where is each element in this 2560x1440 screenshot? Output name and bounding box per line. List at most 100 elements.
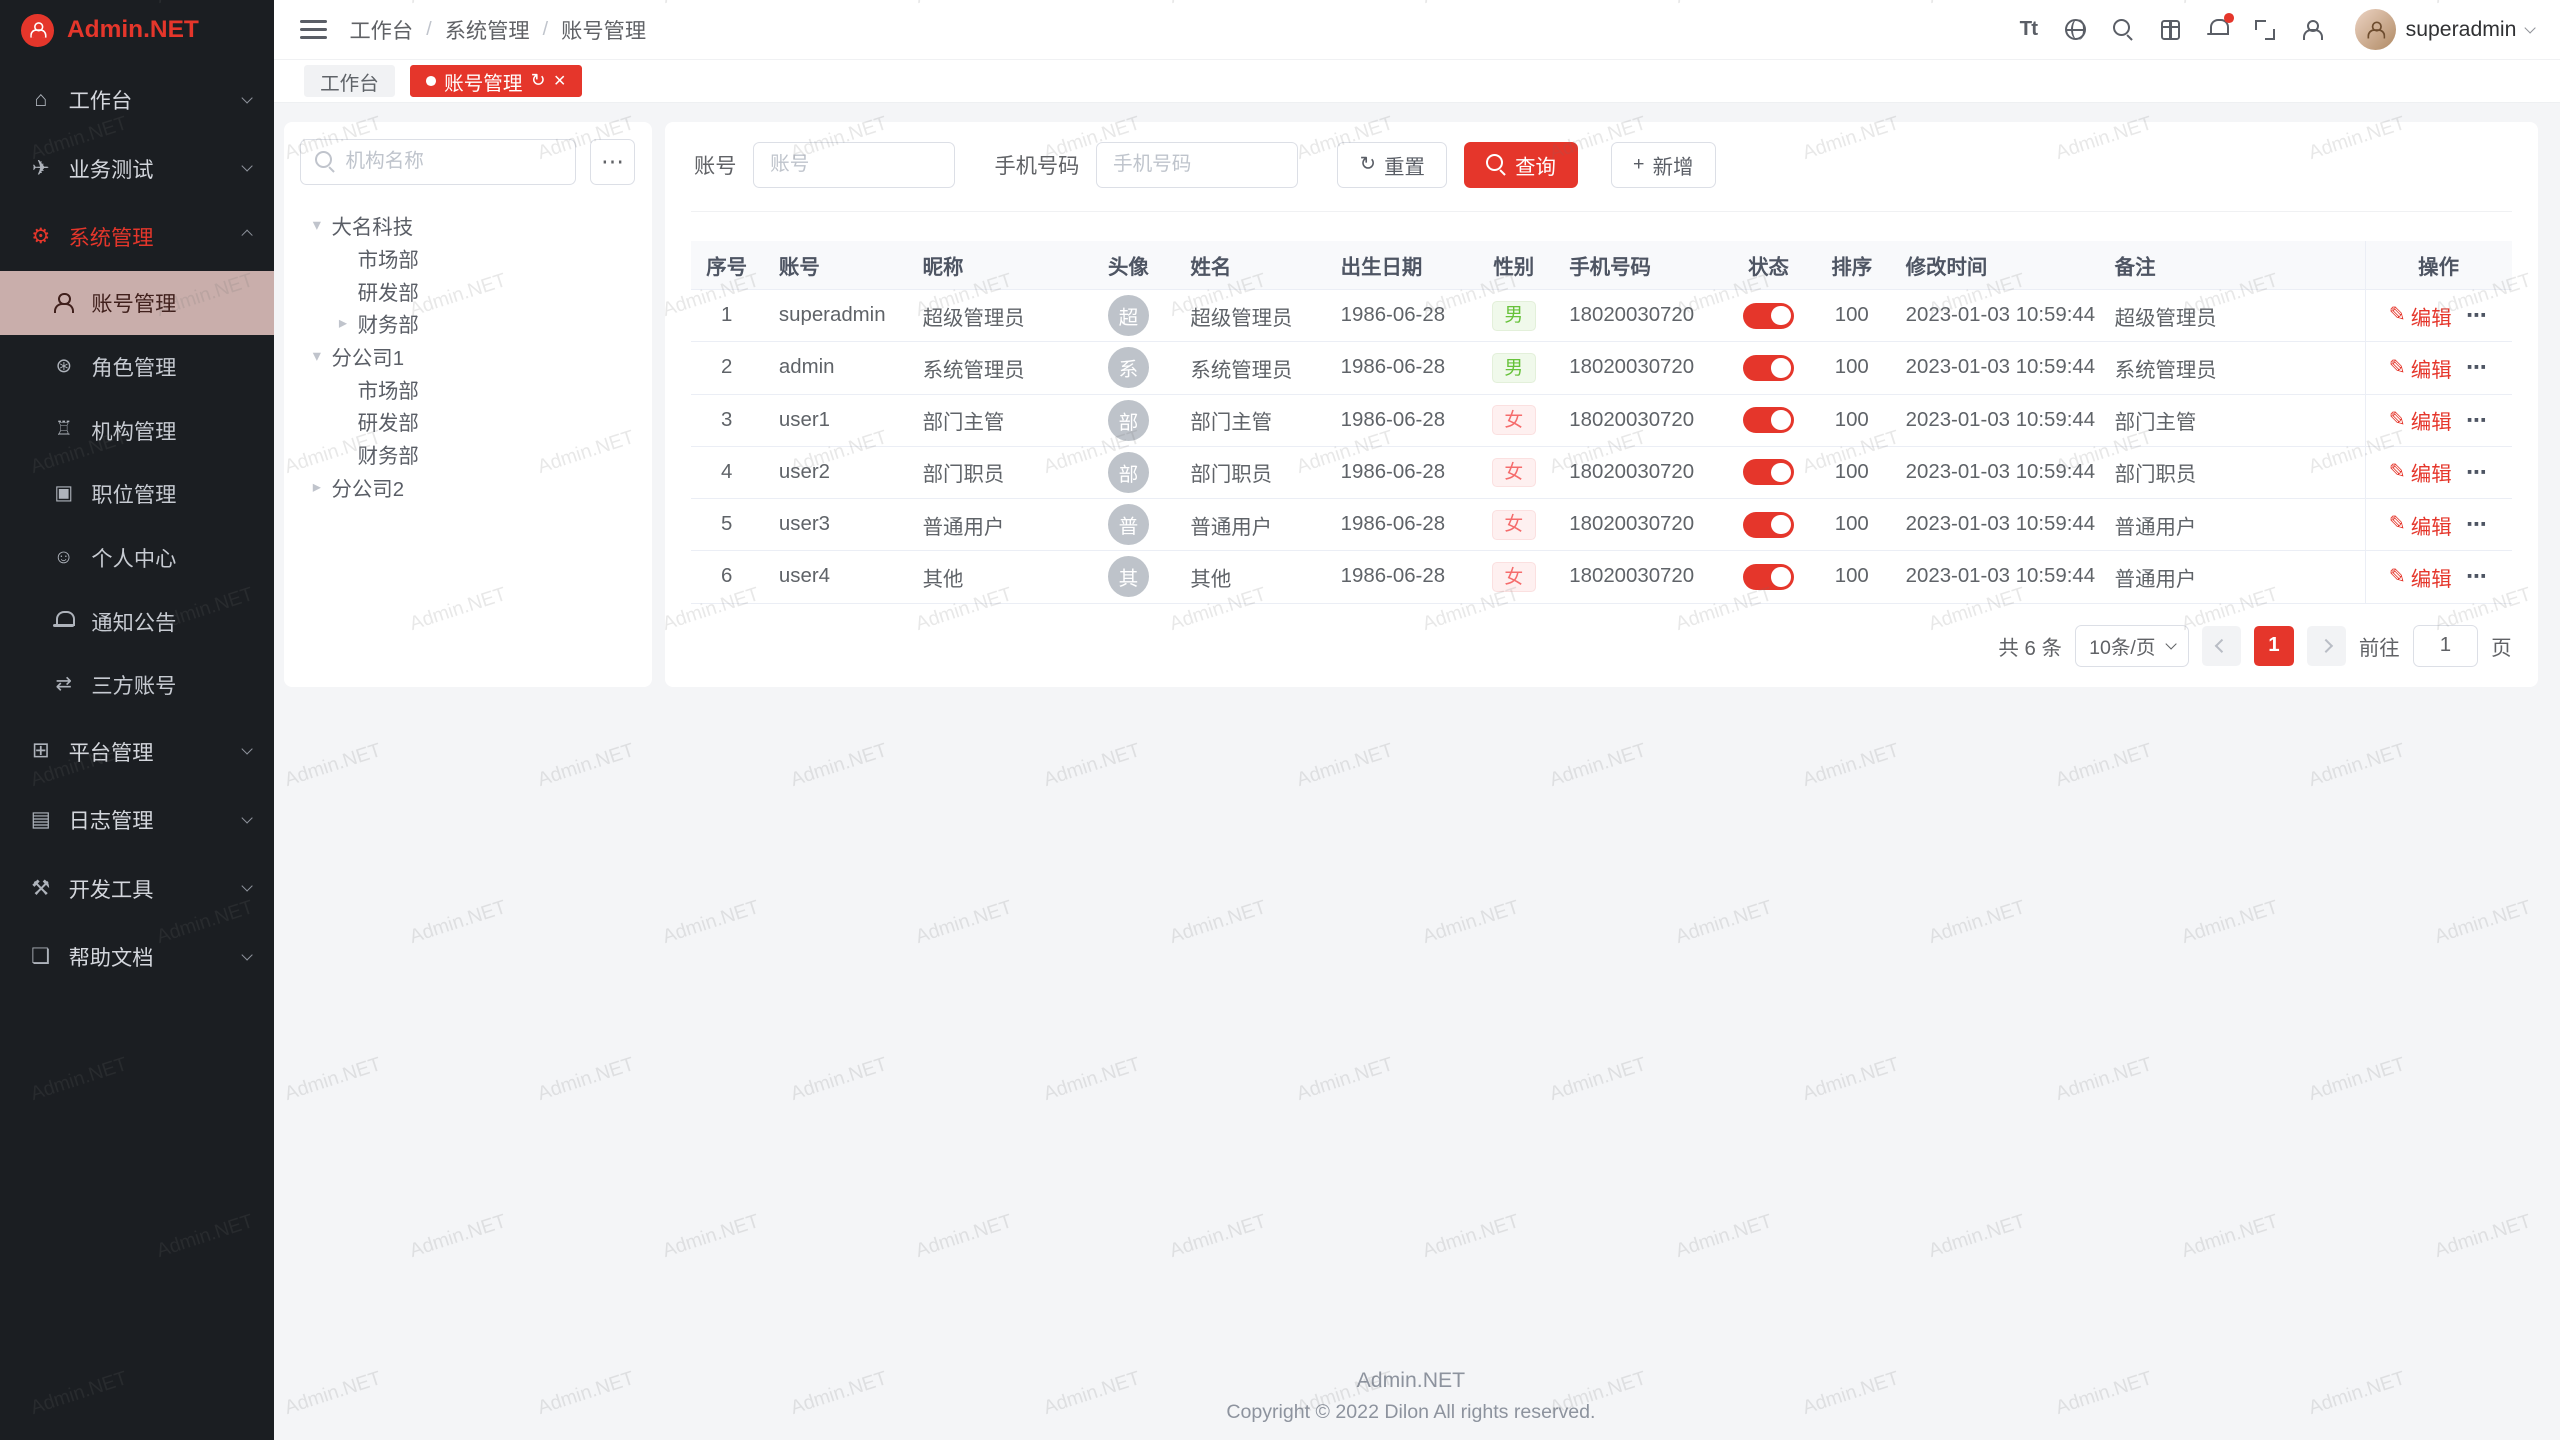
cell-birthdate: 1986-06-28: [1324, 551, 1474, 602]
goto-page-input[interactable]: [2413, 625, 2478, 667]
tree-node[interactable]: 研发部: [300, 405, 635, 438]
user-avatar: 部: [1108, 452, 1149, 493]
more-actions-button[interactable]: ⋯: [2466, 303, 2488, 328]
add-button[interactable]: +新增: [1611, 142, 1716, 188]
caret-down-icon[interactable]: ▾: [307, 346, 327, 366]
cell-order: 100: [1814, 447, 1889, 498]
next-page-button[interactable]: [2307, 626, 2346, 665]
language-icon[interactable]: [2064, 13, 2087, 46]
edit-button[interactable]: ✎编辑: [2389, 510, 2452, 540]
more-actions-button[interactable]: ⋯: [2466, 460, 2488, 485]
tree-node[interactable]: 市场部: [300, 242, 635, 275]
edit-button[interactable]: ✎编辑: [2389, 562, 2452, 592]
more-actions-button[interactable]: ⋯: [2466, 512, 2488, 537]
org-tree-toolbar: ⋯: [300, 139, 635, 185]
sidebar-item-log-manage[interactable]: ▤日志管理: [0, 785, 274, 854]
page-1-button[interactable]: 1: [2254, 626, 2293, 665]
sidebar-item-role-manage[interactable]: ⊛角色管理: [0, 335, 274, 399]
close-icon[interactable]: ×: [554, 71, 566, 91]
caret-right-icon[interactable]: ▸: [307, 477, 327, 497]
tree-node[interactable]: ▾大名科技: [300, 209, 635, 242]
status-toggle[interactable]: [1743, 459, 1794, 485]
sidebar-item-label: 日志管理: [69, 804, 154, 835]
cards-row: ⋯ ▾大名科技市场部研发部▸财务部▾分公司1市场部研发部财务部▸分公司2 账号 …: [284, 122, 2538, 686]
sidebar-item-dev-tools[interactable]: ⚒开发工具: [0, 854, 274, 923]
tree-node[interactable]: 财务部: [300, 438, 635, 471]
status-toggle[interactable]: [1743, 512, 1794, 538]
caret-down-icon[interactable]: ▾: [307, 215, 327, 235]
main-area: 工作台/系统管理/账号管理 Tt superadmin 工作台账号管理↻×: [274, 0, 2560, 1440]
org-name-input[interactable]: [346, 150, 563, 173]
profile-icon: ☺: [54, 548, 74, 568]
notification-bell-icon[interactable]: [2206, 13, 2229, 46]
tree-node[interactable]: 研发部: [300, 274, 635, 307]
search-icon[interactable]: [2112, 13, 2135, 46]
cell-account: user1: [763, 395, 907, 446]
gift-icon[interactable]: [2159, 13, 2182, 46]
menu-collapse-icon[interactable]: [300, 18, 326, 41]
org-more-button[interactable]: ⋯: [590, 139, 636, 185]
sidebar-item-profile-center[interactable]: ☺个人中心: [0, 526, 274, 590]
tree-node[interactable]: ▾分公司1: [300, 340, 635, 373]
status-toggle[interactable]: [1743, 407, 1794, 433]
tab-workbench[interactable]: 工作台: [304, 65, 395, 98]
caret-right-icon[interactable]: ▸: [333, 313, 353, 333]
cell-name: 普通用户: [1174, 499, 1324, 550]
status-toggle[interactable]: [1743, 303, 1794, 329]
sidebar-item-help-docs[interactable]: ❏帮助文档: [0, 922, 274, 991]
gender-badge: 男: [1492, 353, 1536, 383]
user-menu[interactable]: superadmin: [2355, 9, 2534, 50]
edit-button[interactable]: ✎编辑: [2389, 353, 2452, 383]
sidebar-item-platform-manage[interactable]: ⊞平台管理: [0, 717, 274, 786]
page-size-select[interactable]: 10条/页: [2075, 625, 2189, 667]
sidebar-item-account-manage[interactable]: 账号管理: [0, 271, 274, 335]
sidebar-item-notice[interactable]: 通知公告: [0, 589, 274, 653]
app-logo[interactable]: Admin.NET: [0, 0, 274, 60]
tab-account-manage[interactable]: 账号管理↻×: [410, 65, 582, 98]
more-actions-button[interactable]: ⋯: [2466, 408, 2488, 433]
sidebar-item-system-manage[interactable]: ⚙系统管理: [0, 202, 274, 271]
submenu-system-manage: 账号管理⊛角色管理♖机构管理▣职位管理☺个人中心通知公告⇄三方账号: [0, 271, 274, 717]
sidebar-item-workbench[interactable]: ⌂工作台: [0, 65, 274, 134]
tree-node[interactable]: ▸财务部: [300, 307, 635, 340]
refresh-icon[interactable]: ↻: [531, 72, 546, 90]
account-input[interactable]: [753, 142, 955, 188]
font-size-icon[interactable]: Tt: [2017, 13, 2040, 46]
edit-button[interactable]: ✎编辑: [2389, 457, 2452, 487]
cell-gender: 女: [1475, 447, 1553, 498]
person-icon[interactable]: [2301, 13, 2324, 46]
tree-node[interactable]: 市场部: [300, 372, 635, 405]
column-header: 昵称: [906, 241, 1082, 289]
cell-status: [1723, 499, 1814, 550]
status-toggle[interactable]: [1743, 355, 1794, 381]
table-row: 4user2部门职员部部门职员1986-06-28女18020030720100…: [691, 447, 2512, 499]
more-actions-button[interactable]: ⋯: [2466, 564, 2488, 589]
more-actions-button[interactable]: ⋯: [2466, 355, 2488, 380]
gender-badge: 女: [1492, 510, 1536, 540]
fullscreen-icon[interactable]: [2254, 13, 2277, 46]
cell-account: admin: [763, 342, 907, 393]
prev-page-button[interactable]: [2202, 626, 2241, 665]
phone-input[interactable]: [1096, 142, 1298, 188]
status-toggle[interactable]: [1743, 564, 1794, 590]
tree-node[interactable]: ▸分公司2: [300, 470, 635, 503]
edit-button[interactable]: ✎编辑: [2389, 301, 2452, 331]
tree-node-label: 分公司2: [331, 472, 404, 502]
sidebar-item-business-test[interactable]: ✈业务测试: [0, 134, 274, 203]
reset-button[interactable]: ↻重置: [1337, 142, 1447, 188]
user-avatar: 超: [1108, 295, 1149, 336]
sidebar-item-third-account[interactable]: ⇄三方账号: [0, 653, 274, 717]
cell-account: user2: [763, 447, 907, 498]
edit-button[interactable]: ✎编辑: [2389, 405, 2452, 435]
cell-order: 100: [1814, 499, 1889, 550]
breadcrumb-item[interactable]: 工作台: [349, 14, 413, 45]
sidebar-item-org-manage[interactable]: ♖机构管理: [0, 398, 274, 462]
sidebar-item-label: 三方账号: [91, 669, 176, 700]
cell-account: user4: [763, 551, 907, 602]
user-avatar: 系: [1108, 347, 1149, 388]
sidebar-item-position-manage[interactable]: ▣职位管理: [0, 462, 274, 526]
query-button[interactable]: 查询: [1464, 142, 1579, 188]
cell-remark: 超级管理员: [2098, 290, 2364, 341]
cell-status: [1723, 342, 1814, 393]
breadcrumb-item[interactable]: 系统管理: [445, 14, 530, 45]
